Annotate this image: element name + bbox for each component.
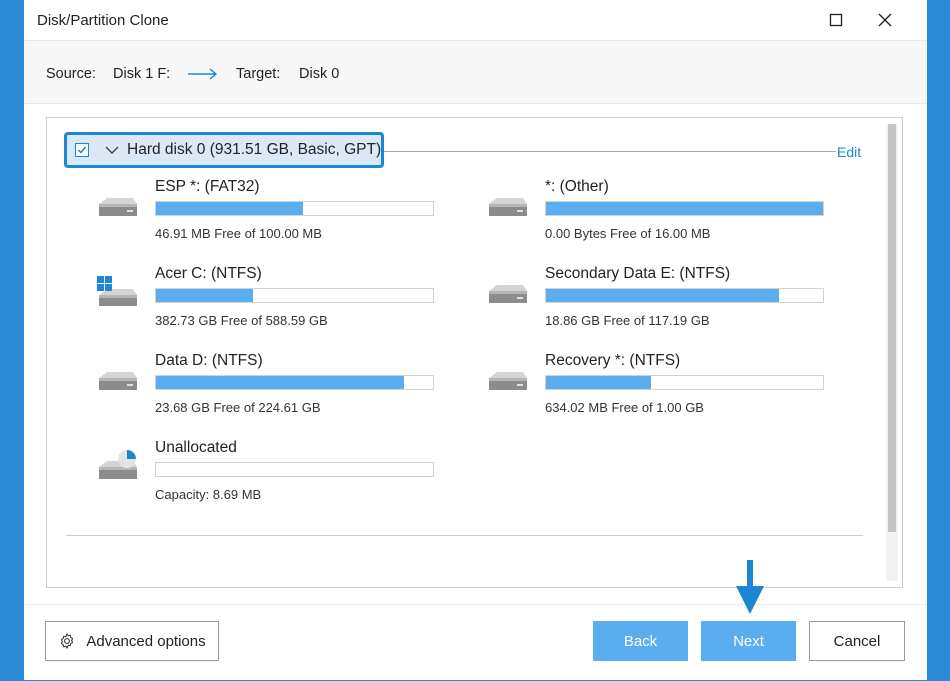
partition-info: Capacity: 8.69 MB: [155, 487, 262, 502]
target-label: Target:: [236, 66, 281, 82]
back-label: Back: [623, 632, 658, 650]
checkmark-icon: [77, 146, 87, 154]
arrow-right-icon: [188, 68, 218, 80]
cancel-label: Cancel: [833, 632, 881, 650]
partition-info: 634.02 MB Free of 1.00 GB: [545, 400, 704, 415]
drive-icon: [95, 188, 141, 226]
partition-name: Unallocated: [155, 439, 237, 456]
partition-usage-fill: [156, 289, 253, 302]
partition-info: 0.00 Bytes Free of 16.00 MB: [545, 226, 711, 241]
footer: Advanced options Back Next Cancel: [24, 604, 927, 681]
clone-dialog: Disk/Partition Clone Source: Disk 1 F: T…: [24, 0, 927, 680]
disk-checkbox[interactable]: [75, 143, 89, 157]
edit-link[interactable]: Edit: [837, 144, 861, 160]
partition-name: *: (Other): [545, 178, 609, 195]
next-label: Next: [733, 632, 764, 650]
partition-item[interactable]: Secondary Data E: (NTFS) 18.86 GB Free of…: [485, 265, 824, 335]
partition-usage-fill: [546, 289, 779, 302]
partition-name: Recovery *: (NTFS): [545, 352, 681, 369]
target-value: Disk 0: [299, 66, 340, 82]
arrow-down-icon: [736, 560, 764, 614]
partition-usage-fill: [546, 376, 652, 389]
advanced-options-label: Advanced options: [86, 632, 206, 650]
partition-usage-fill: [546, 202, 823, 215]
drive-icon: [485, 188, 531, 226]
panel-divider: [66, 535, 863, 536]
cancel-button[interactable]: Cancel: [809, 621, 905, 661]
disk-label: Hard disk 0 (931.51 GB, Basic, GPT): [127, 141, 382, 158]
partition-item[interactable]: Acer C: (NTFS) 382.73 GB Free of 588.59 G…: [95, 265, 434, 335]
partition-usage-fill: [156, 376, 404, 389]
partition-item[interactable]: *: (Other) 0.00 Bytes Free of 16.00 MB: [485, 178, 824, 248]
gear-icon: [61, 633, 74, 649]
partition-usage-bar: [155, 201, 434, 216]
source-label: Source:: [46, 66, 96, 82]
partition-info: 382.73 GB Free of 588.59 GB: [155, 313, 328, 328]
chevron-down-icon[interactable]: [105, 145, 119, 155]
partition-name: Acer C: (NTFS): [155, 265, 262, 282]
partition-info: 23.68 GB Free of 224.61 GB: [155, 400, 321, 415]
partition-usage-bar: [545, 375, 824, 390]
unallocated-drive-icon: [95, 449, 141, 487]
partition-name: Data D: (NTFS): [155, 352, 263, 369]
clone-summary: Source: Disk 1 F: Target: Disk 0: [24, 40, 927, 104]
partition-item[interactable]: Data D: (NTFS) 23.68 GB Free of 224.61 GB: [95, 352, 434, 422]
partition-usage-bar: [545, 201, 824, 216]
scrollbar-thumb[interactable]: [888, 124, 896, 532]
drive-icon: [485, 362, 531, 400]
drive-icon: [95, 362, 141, 400]
partition-usage-bar: [545, 288, 824, 303]
partition-name: Secondary Data E: (NTFS): [545, 265, 731, 282]
next-button[interactable]: Next: [701, 621, 796, 661]
title-bar: Disk/Partition Clone: [24, 0, 927, 40]
disk-divider: [384, 151, 836, 152]
partition-item[interactable]: Recovery *: (NTFS) 634.02 MB Free of 1.00…: [485, 352, 824, 422]
drive-icon: [485, 275, 531, 313]
maximize-icon: [829, 13, 843, 27]
close-button[interactable]: [873, 8, 897, 32]
source-value: Disk 1 F:: [113, 66, 171, 82]
maximize-button[interactable]: [824, 8, 848, 32]
desktop-background: [927, 0, 950, 680]
partition-info: 46.91 MB Free of 100.00 MB: [155, 226, 322, 241]
partition-usage-bar: [155, 288, 434, 303]
close-icon: [878, 13, 892, 27]
partition-item[interactable]: Unallocated Capacity: 8.69 MB: [95, 439, 434, 509]
disk-panel: Hard disk 0 (931.51 GB, Basic, GPT) Edit…: [46, 117, 903, 588]
advanced-options-button[interactable]: Advanced options: [45, 621, 219, 661]
partition-usage-bar: [155, 375, 434, 390]
partition-usage-fill: [156, 202, 303, 215]
windows-drive-icon: [95, 275, 141, 313]
partition-item[interactable]: ESP *: (FAT32) 46.91 MB Free of 100.00 MB: [95, 178, 434, 248]
partition-info: 18.86 GB Free of 117.19 GB: [545, 313, 710, 328]
scrollbar[interactable]: [886, 124, 898, 581]
partition-usage-bar: [155, 462, 434, 477]
disk-header[interactable]: Hard disk 0 (931.51 GB, Basic, GPT): [64, 132, 384, 168]
back-button[interactable]: Back: [593, 621, 688, 661]
window-title: Disk/Partition Clone: [37, 12, 169, 29]
partition-name: ESP *: (FAT32): [155, 178, 260, 195]
